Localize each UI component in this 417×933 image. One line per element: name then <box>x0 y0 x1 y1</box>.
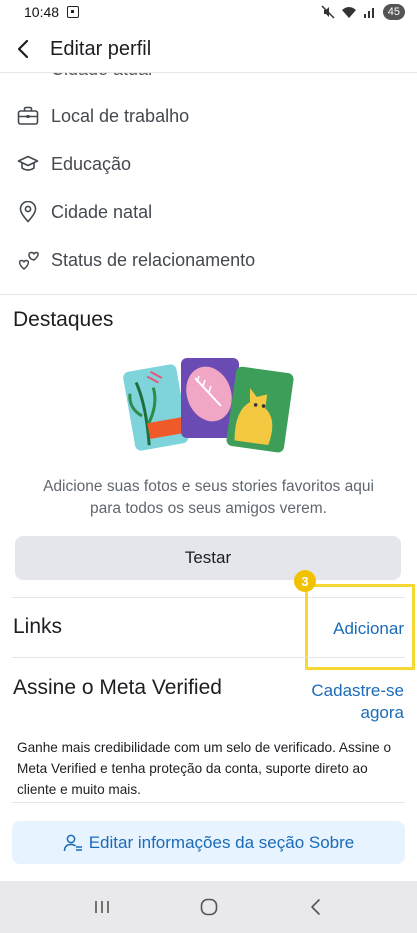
edit-about-info-button[interactable]: Editar informações da seção Sobre <box>12 821 405 864</box>
status-time: 10:48 <box>24 4 60 20</box>
person-edit-icon <box>63 834 82 851</box>
about-item-relationship[interactable]: Status de relacionamento <box>0 236 417 284</box>
signal-icon <box>363 8 374 18</box>
meta-verified-title: Assine o Meta Verified <box>13 676 222 699</box>
highlights-description-line2: para todos os seus amigos verem. <box>90 500 327 517</box>
meta-verified-description: Ganhe mais credibilidade com um selo de … <box>17 740 392 797</box>
briefcase-icon <box>16 104 40 128</box>
highlights-title: Destaques <box>13 308 114 331</box>
status-icons: 45 <box>321 4 405 20</box>
section-divider <box>12 657 405 658</box>
highlights-illustration <box>123 358 294 453</box>
home-icon <box>200 898 217 916</box>
top-app-bar: Editar perfil <box>0 26 417 72</box>
hearts-icon <box>16 248 40 272</box>
about-item-education[interactable]: Educação <box>0 140 417 188</box>
subscribe-now-line2: agora <box>360 703 404 722</box>
wifi-icon <box>341 7 356 18</box>
clipped-about-label: Cidade atual <box>51 73 152 80</box>
highlights-description: Adicione suas fotos e seus stories favor… <box>0 476 417 520</box>
page-title: Editar perfil <box>50 37 152 60</box>
about-item-label: Educação <box>51 153 132 174</box>
edit-about-info-label: Editar informações da seção Sobre <box>88 832 355 852</box>
subscribe-now-line1: Cadastre-se <box>311 681 404 700</box>
back-icon <box>310 899 320 915</box>
about-item-workplace[interactable]: Local de trabalho <box>0 92 417 140</box>
highlights-description-line1: Adicione suas fotos e seus stories favor… <box>43 478 374 495</box>
location-pin-icon <box>16 200 40 224</box>
try-highlights-button[interactable]: Testar <box>15 536 401 580</box>
mute-icon <box>321 5 335 19</box>
about-item-hometown[interactable]: Cidade natal <box>0 188 417 236</box>
about-item-label: Cidade natal <box>51 201 153 222</box>
about-item-label: Local de trabalho <box>51 105 190 126</box>
graduation-cap-icon <box>16 152 40 176</box>
subscribe-now-button[interactable]: Cadastre-se agora <box>311 680 404 724</box>
status-bar: 10:48 45 <box>0 0 417 24</box>
back-arrow-icon[interactable] <box>2 27 46 71</box>
back-button[interactable] <box>294 885 338 929</box>
step-badge: 3 <box>294 570 316 592</box>
recent-apps-icon <box>94 901 109 913</box>
about-item-label: Status de relacionamento <box>51 249 256 270</box>
recent-apps-button[interactable] <box>80 885 124 929</box>
home-button[interactable] <box>187 885 231 929</box>
screenshot-icon <box>67 6 80 18</box>
section-divider <box>0 294 417 295</box>
links-title: Links <box>13 615 63 638</box>
battery-indicator: 45 <box>382 4 405 20</box>
system-nav-bar <box>0 881 417 933</box>
section-divider <box>12 802 405 803</box>
about-details-list: Local de trabalho Educação Cidade natal … <box>0 92 417 284</box>
clipped-about-item: Cidade atual <box>0 72 417 80</box>
